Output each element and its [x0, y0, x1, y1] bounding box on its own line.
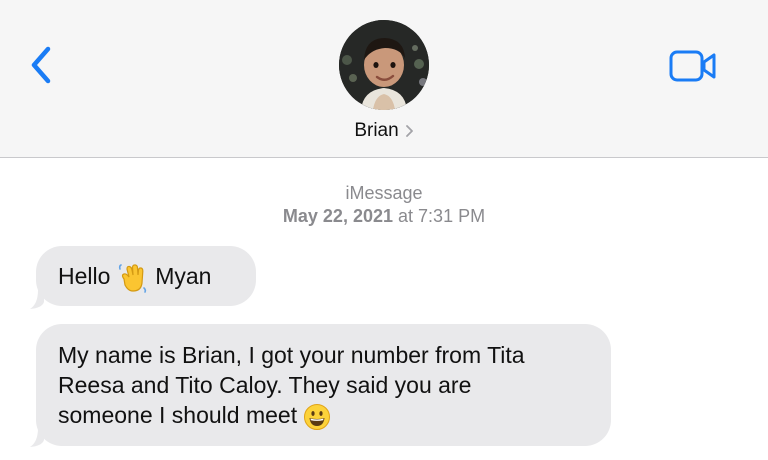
message-bubble[interactable]: My name is Brian, I got your number from… — [36, 324, 611, 446]
timestamp-connector: at — [398, 206, 414, 226]
message-bubble[interactable]: Hello Myan — [36, 246, 256, 306]
message-text: Hello — [58, 263, 111, 289]
conversation-header: Brian — [0, 0, 768, 158]
avatar-photo — [339, 20, 429, 110]
message-line: My name is Brian, I got your number from… — [58, 342, 525, 368]
video-camera-icon — [669, 50, 716, 82]
message-line: someone I should meet — [58, 402, 298, 428]
grinning-face-emoji — [304, 403, 331, 430]
message-line-wrapper: someone I should meet — [58, 400, 591, 431]
message-timestamp: May 22, 2021 at 7:31 PM — [0, 206, 768, 227]
chevron-left-icon — [31, 46, 51, 84]
timestamp-time: 7:31 PM — [418, 206, 486, 226]
message-line: Reesa and Tito Caloy. They said you are — [58, 372, 472, 398]
facetime-video-button[interactable] — [666, 46, 720, 86]
contact-name: Brian — [354, 120, 399, 141]
service-label: iMessage — [345, 183, 423, 203]
chevron-right-icon — [405, 125, 413, 137]
contact-avatar[interactable] — [339, 20, 429, 110]
contact-info-button[interactable]: Brian — [0, 118, 768, 144]
timestamp-date: May 22, 2021 — [282, 206, 393, 226]
back-button[interactable] — [24, 42, 58, 88]
message-text: Myan — [155, 263, 212, 289]
waving-hand-emoji — [118, 264, 146, 293]
